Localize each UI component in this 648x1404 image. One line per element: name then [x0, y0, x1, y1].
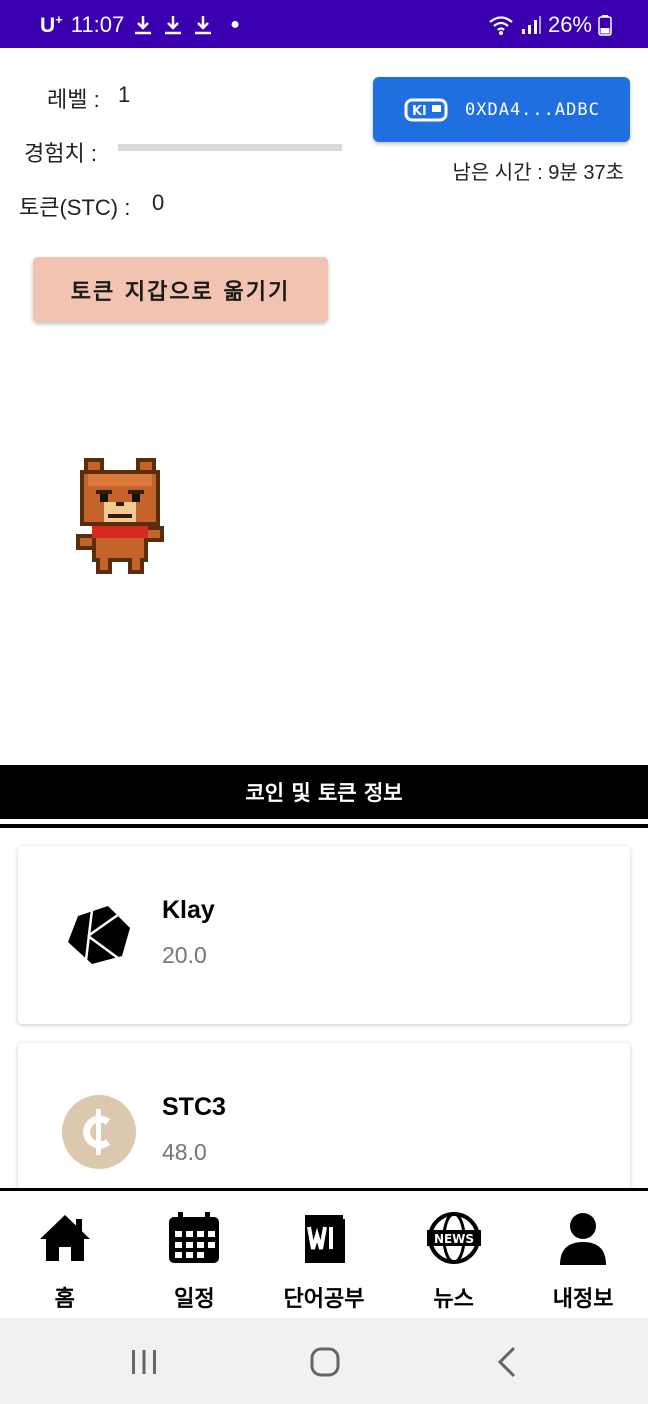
nav-label: 뉴스 — [433, 1287, 474, 1312]
coin-card-klay[interactable]: Klay 20.0 — [18, 846, 630, 1024]
clock: 11:07 — [70, 12, 125, 37]
battery-icon — [598, 15, 612, 36]
cent-coin-icon — [62, 1095, 136, 1169]
move-to-wallet-button[interactable]: 토큰 지갑으로 옮기기 — [33, 257, 328, 322]
carrier-text: U — [40, 14, 56, 37]
recent-apps-icon[interactable] — [124, 1342, 164, 1382]
status-bar: U+ 11:07 ● 26% — [0, 0, 648, 48]
level-label: 레벨 : — [47, 87, 100, 112]
coin-name: STC3 — [162, 1093, 226, 1121]
status-left: U+ 11:07 ● — [40, 12, 240, 38]
nav-item-word-study[interactable]: 단어공부 — [259, 1191, 389, 1318]
carrier-sup: + — [55, 12, 63, 27]
home-button-icon[interactable] — [305, 1342, 345, 1382]
nav-label: 홈 — [54, 1287, 75, 1312]
wallet-button[interactable]: Kl 0XDA4...ADBC — [373, 77, 630, 142]
wallet-address: 0XDA4...ADBC — [465, 99, 600, 120]
coin-list[interactable]: Klay 20.0 STC3 48.0 — [0, 828, 648, 1188]
klay-logo-icon — [68, 906, 130, 964]
wifi-icon — [489, 16, 513, 35]
nav-item-my-info[interactable]: 내정보 — [518, 1191, 648, 1318]
coin-info-header: 코인 및 토큰 정보 — [0, 765, 648, 819]
back-icon[interactable] — [488, 1342, 528, 1382]
klip-logo-icon: Kl — [404, 98, 448, 121]
token-value: 0 — [152, 190, 165, 215]
news-badge-text: NEWS — [434, 1232, 474, 1246]
nav-label: 내정보 — [552, 1287, 614, 1312]
klip-logo-text: Kl — [412, 104, 427, 119]
signal-icon — [521, 16, 541, 34]
user-icon — [560, 1213, 607, 1265]
coin-card-stc3[interactable]: STC3 48.0 — [18, 1043, 630, 1188]
dot-icon: ● — [230, 16, 240, 33]
battery-percent: 26% — [547, 12, 592, 37]
bear-character-icon[interactable] — [76, 458, 164, 578]
calendar-icon — [169, 1212, 220, 1263]
coin-amount: 20.0 — [162, 942, 207, 968]
news-globe-icon: NEWS — [426, 1212, 481, 1264]
exp-label: 경험치 : — [24, 141, 97, 166]
bottom-nav: 홈 일정 단어공부 NEWS 뉴스 내정보 — [0, 1191, 648, 1318]
system-nav-bar — [0, 1318, 648, 1404]
level-value: 1 — [118, 82, 131, 107]
nav-label: 일정 — [174, 1287, 215, 1312]
carrier-label: U+ — [40, 12, 63, 38]
token-label: 토큰(STC) : — [19, 195, 131, 220]
nav-label: 단어공부 — [283, 1287, 365, 1312]
exp-progress-bar — [118, 144, 342, 151]
nav-item-schedule[interactable]: 일정 — [130, 1191, 260, 1318]
coin-amount: 48.0 — [162, 1139, 207, 1165]
status-right: 26% — [488, 12, 612, 38]
remaining-time: 남은 시간 : 9분 37초 — [452, 162, 624, 184]
nav-item-home[interactable]: 홈 — [0, 1191, 130, 1318]
download-icon — [165, 16, 182, 35]
home-icon — [39, 1215, 90, 1261]
nav-item-news[interactable]: NEWS 뉴스 — [389, 1191, 519, 1318]
download-icon — [195, 16, 212, 35]
download-icon — [135, 16, 152, 35]
coin-name: Klay — [162, 896, 215, 924]
word-book-icon — [304, 1215, 345, 1263]
